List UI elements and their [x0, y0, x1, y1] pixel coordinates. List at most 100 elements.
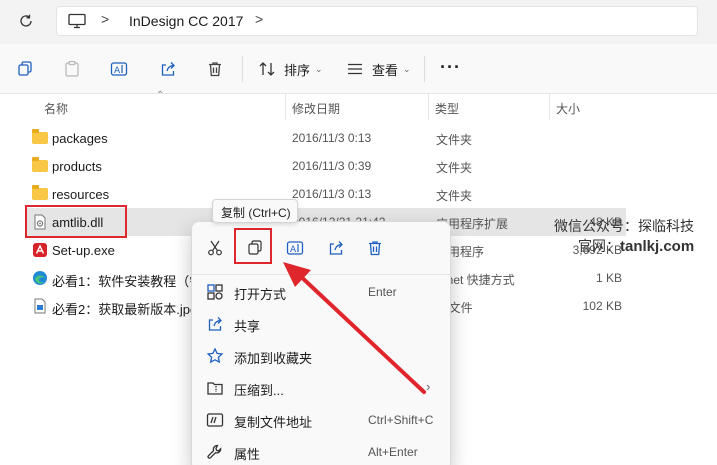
- column-divider[interactable]: [549, 94, 550, 120]
- file-size: 102 KB: [582, 299, 622, 313]
- file-type: 文件夹: [436, 133, 473, 147]
- menu-item-properties[interactable]: 属性 Alt+Enter: [192, 435, 450, 465]
- command-bar: A 排序 ⌄ 查看 ⌄ ···: [0, 44, 717, 94]
- column-header-size[interactable]: 大小: [556, 100, 580, 117]
- image-file-icon: [32, 298, 48, 314]
- file-date: 2016/11/3 0:13: [292, 187, 372, 201]
- menu-item-label: 复制文件地址: [234, 415, 313, 430]
- rename-button[interactable]: A: [282, 236, 308, 260]
- breadcrumb-separator[interactable]: >: [101, 11, 109, 27]
- rename-button[interactable]: A: [110, 58, 128, 80]
- scissors-icon: [208, 240, 222, 256]
- toolbar-divider: [242, 56, 243, 82]
- sort-label: 排序: [284, 62, 311, 78]
- file-type: 文件夹: [436, 161, 473, 175]
- more-options-button[interactable]: ···: [440, 58, 461, 76]
- share-icon: [329, 241, 343, 255]
- this-pc-icon: [67, 13, 87, 34]
- menu-item-copy-path[interactable]: 复制文件地址 Ctrl+Shift+C: [192, 403, 450, 435]
- refresh-button[interactable]: [14, 10, 38, 32]
- menu-item-add-favorites[interactable]: 添加到收藏夹: [192, 339, 450, 371]
- trash-icon: [369, 241, 381, 256]
- watermark-line2: 官网：tanlkj.com: [578, 236, 694, 256]
- paste-button[interactable]: [63, 58, 81, 80]
- chevron-down-icon: ⌄: [403, 63, 411, 74]
- file-name: products: [52, 159, 102, 174]
- delete-button[interactable]: [362, 236, 388, 260]
- menu-item-label: 共享: [234, 319, 261, 334]
- file-name: 必看1：软件安装教程（需: [52, 274, 203, 289]
- archive-icon: [207, 382, 223, 395]
- view-list-icon: [348, 63, 362, 75]
- breadcrumb-separator[interactable]: >: [255, 11, 263, 27]
- view-label: 查看: [372, 62, 399, 78]
- menu-item-label: 压缩到...: [234, 383, 284, 398]
- file-name: Set-up.exe: [52, 243, 115, 258]
- svg-text:A: A: [114, 66, 121, 76]
- context-menu: A 打开方式 Enter 共享 添加到收藏夹 压缩到... › 复制文件地址 C…: [191, 221, 451, 465]
- sort-button[interactable]: 排序 ⌄: [258, 58, 323, 80]
- menu-item-shortcut: Enter: [368, 285, 397, 299]
- menu-item-label: 属性: [234, 447, 261, 462]
- wrench-icon: [207, 444, 222, 459]
- file-type: 文件夹: [436, 189, 473, 203]
- share-icon: [161, 62, 175, 76]
- column-header-date[interactable]: 修改日期: [292, 100, 340, 117]
- chevron-right-icon: ›: [426, 379, 431, 394]
- column-divider[interactable]: [285, 94, 286, 120]
- edge-shortcut-icon: [32, 270, 48, 286]
- watermark-line1: 微信公众号：探临科技: [554, 218, 694, 234]
- menu-item-shortcut: Alt+Enter: [368, 445, 418, 459]
- file-name: resources: [52, 187, 110, 202]
- highlight-box-file: [25, 205, 127, 238]
- menu-item-open-with[interactable]: 打开方式 Enter: [192, 275, 450, 307]
- file-size: 1 KB: [595, 271, 622, 285]
- toolbar-divider: [424, 56, 425, 82]
- refresh-icon: [20, 14, 32, 27]
- file-date: 2016/11/3 0:39: [292, 159, 372, 173]
- delete-button[interactable]: [206, 58, 224, 80]
- column-header-name[interactable]: 名称: [44, 100, 68, 117]
- star-icon: [206, 347, 224, 364]
- highlight-box-copy: [234, 228, 272, 264]
- address-bar-area: > InDesign CC 2017 >: [0, 0, 717, 44]
- rename-icon: A: [286, 241, 304, 255]
- watermark-prefix: 官网：: [578, 238, 620, 254]
- file-row[interactable]: packages 2016/11/3 0:13 文件夹: [26, 124, 626, 152]
- rename-icon: A: [110, 62, 128, 76]
- copy-tooltip: 复制 (Ctrl+C): [212, 199, 298, 223]
- folder-icon: [32, 129, 48, 146]
- file-name: 必看2：获取最新版本.jpg: [52, 302, 198, 317]
- menu-item-compress[interactable]: 压缩到... ›: [192, 371, 450, 403]
- view-button[interactable]: 查看 ⌄: [346, 58, 411, 80]
- menu-item-share[interactable]: 共享: [192, 307, 450, 339]
- file-row[interactable]: resources 2016/11/3 0:13 文件夹: [26, 180, 626, 208]
- menu-item-label: 打开方式: [234, 287, 287, 302]
- column-header-type[interactable]: 类型: [435, 100, 459, 117]
- file-row[interactable]: products 2016/11/3 0:39 文件夹: [26, 152, 626, 180]
- copy-icon: [18, 61, 32, 76]
- trash-icon: [209, 62, 221, 77]
- menu-item-shortcut: Ctrl+Shift+C: [368, 413, 434, 427]
- copy-path-icon: [206, 413, 224, 427]
- folder-icon: [32, 185, 48, 202]
- copy-path-button[interactable]: [16, 58, 34, 80]
- sort-icon: [259, 62, 275, 76]
- chevron-down-icon: ⌄: [315, 63, 323, 74]
- share-icon: [208, 317, 222, 331]
- open-with-icon: [207, 284, 223, 300]
- share-button[interactable]: [159, 58, 177, 80]
- file-date: 2016/11/3 0:13: [292, 131, 372, 145]
- paste-icon: [65, 60, 79, 77]
- watermark-site: tanlkj.com: [620, 238, 695, 255]
- adobe-setup-icon: [32, 242, 48, 258]
- share-button[interactable]: [323, 236, 349, 260]
- svg-text:A: A: [290, 245, 297, 255]
- breadcrumb-folder[interactable]: InDesign CC 2017: [129, 13, 243, 29]
- column-divider[interactable]: [428, 94, 429, 120]
- address-bar[interactable]: > InDesign CC 2017 >: [56, 6, 698, 36]
- cut-button[interactable]: [202, 236, 228, 260]
- menu-item-label: 添加到收藏夹: [234, 351, 313, 366]
- column-header-row: 名称 修改日期 类型 大小: [0, 94, 717, 120]
- file-name: packages: [52, 131, 108, 146]
